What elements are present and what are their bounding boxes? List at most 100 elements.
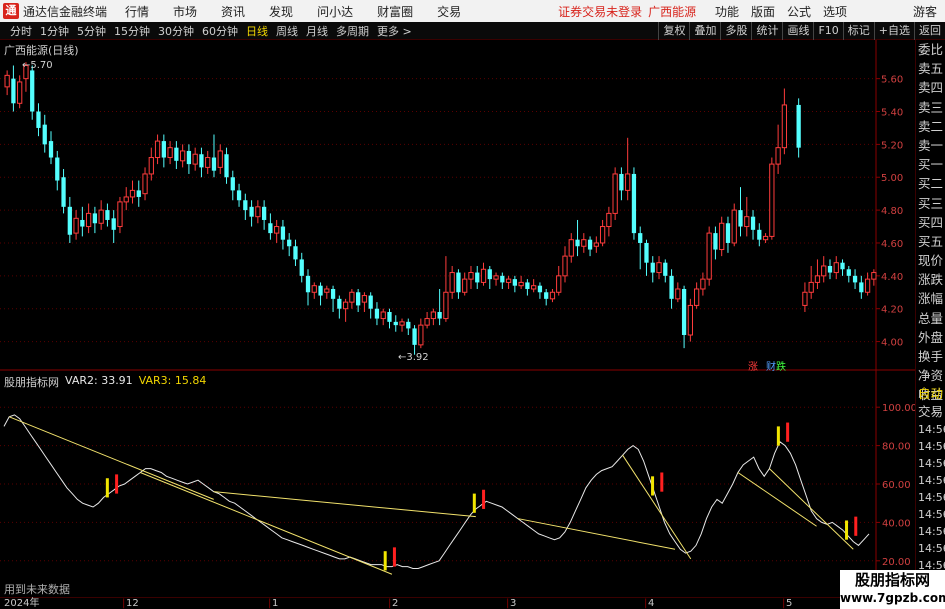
guest-button[interactable]: 游客 — [913, 3, 937, 20]
tool-button-2[interactable]: 多股 — [720, 22, 751, 40]
indicator-name[interactable]: 股朋指标网 — [4, 374, 59, 390]
quote-items: 委比 卖五 卖四 卖三 卖二 卖一 买一 买二 买三 买四 买五 现价 涨跌 涨幅 总量 外盘 换手 净资 收益 — [916, 40, 945, 405]
menu-quotes[interactable]: 行情 — [113, 3, 161, 20]
candle-body-up — [744, 216, 750, 228]
kline-chart[interactable]: 4.00 4.20 4.40 4.60 4.80 5.00 5.20 5.40 5.60 20.0… — [0, 40, 915, 597]
menu-trade[interactable]: 交易 — [425, 3, 473, 20]
tick-time: 14:56 — [918, 542, 945, 555]
tool-button-0[interactable]: 复权 — [658, 22, 689, 40]
signal-yellow-bar — [651, 476, 655, 496]
signal-yellow-bar — [105, 478, 109, 498]
quote-item: 净资 — [918, 368, 944, 384]
period-tab-9[interactable]: 多周期 — [332, 23, 373, 39]
period-tab-10[interactable]: 更多 > — [373, 23, 416, 39]
period-tab-7[interactable]: 周线 — [272, 23, 302, 39]
candle-body-up — [802, 291, 808, 306]
menu-discover[interactable]: 发现 — [257, 3, 305, 20]
candle-body-up — [556, 275, 562, 293]
date-tick-label: 12 — [126, 598, 139, 609]
menu-ask[interactable]: 问小达 — [305, 3, 365, 20]
candle-body-down — [293, 246, 298, 260]
quote-item: 买五 — [918, 233, 944, 249]
period-tab-4[interactable]: 30分钟 — [154, 23, 198, 39]
auto-label[interactable]: 自动 — [916, 385, 945, 403]
candle-body-down — [105, 210, 110, 220]
candle-body-down — [211, 157, 217, 171]
price-tick-label: 4.20 — [881, 305, 903, 316]
candle-body-down — [318, 285, 323, 296]
menu-function[interactable]: 功能 — [709, 3, 745, 20]
trend-line — [737, 472, 817, 527]
candle-body-down — [48, 141, 54, 158]
tool-button-1[interactable]: 叠加 — [689, 22, 720, 40]
tool-button-3[interactable]: 统计 — [751, 22, 782, 40]
menu-formula[interactable]: 公式 — [781, 3, 817, 20]
period-tab-8[interactable]: 月线 — [302, 23, 332, 39]
candle-body-up — [98, 209, 104, 224]
var3-readout: VAR3: 15.84 — [138, 374, 207, 387]
candle-body-up — [719, 222, 725, 251]
candle-body-up — [864, 278, 871, 293]
candle-body-up — [4, 74, 10, 88]
chart-area[interactable]: 4.00 4.20 4.40 4.60 4.80 5.00 5.20 5.40 5.60 20.0… — [0, 40, 915, 597]
candle-body-down — [305, 275, 311, 293]
candle-body-down — [268, 223, 273, 234]
candle-body-down — [224, 154, 229, 178]
quote-item: 外盘 — [918, 329, 944, 345]
badge-cai: 财 — [766, 360, 776, 373]
quote-item: 卖二 — [918, 118, 944, 134]
price-tick-label: 4.40 — [881, 272, 903, 283]
menu-options[interactable]: 选项 — [817, 3, 853, 20]
candle-body-up — [593, 242, 599, 247]
tool-button-5[interactable]: F10 — [813, 22, 842, 40]
indicator-tick-label: 20.00 — [882, 557, 911, 568]
period-tab-2[interactable]: 5分钟 — [73, 23, 110, 39]
candle-body-up — [324, 288, 330, 293]
candle-body-up — [612, 173, 618, 214]
candle-body-up — [418, 324, 424, 346]
candle-body-down — [80, 219, 85, 227]
tool-button-7[interactable]: +自选 — [873, 22, 914, 40]
period-tab-3[interactable]: 15分钟 — [110, 23, 154, 39]
menu-layout[interactable]: 版面 — [745, 3, 781, 20]
tool-button-8[interactable]: 返回 — [914, 22, 945, 40]
period-tabs: 分时 1分钟 5分钟 15分钟 30分钟 60分钟 日线 周线 月线 多周期 更多 > — [0, 23, 416, 39]
candle-body-down — [11, 78, 16, 104]
tick-time: 14:56 — [918, 508, 945, 521]
badge-zhang: 涨 — [748, 361, 758, 373]
candle-body-down — [42, 124, 47, 145]
candle-body-up — [871, 272, 877, 280]
title-bar: 通 通达信金融终端 行情 市场 资讯 发现 问小达 财富圈 交易 证券交易未登录… — [0, 0, 945, 22]
candle-body-down — [631, 173, 637, 234]
candle-body-up — [781, 104, 788, 149]
candle-body-up — [192, 153, 198, 165]
signal-yellow-bar — [845, 520, 849, 540]
trend-line — [213, 491, 476, 518]
trade-label[interactable]: 交易 — [916, 403, 945, 421]
period-tab-5[interactable]: 60分钟 — [198, 23, 242, 39]
quote-item: 现价 — [918, 253, 944, 269]
quote-item: 涨幅 — [918, 291, 944, 307]
menu-news[interactable]: 资讯 — [209, 3, 257, 20]
menu-market[interactable]: 市场 — [161, 3, 209, 20]
candle-body-up — [205, 157, 211, 168]
candle-body-down — [725, 223, 731, 243]
period-tab-6[interactable]: 日线 — [242, 23, 272, 39]
tool-button-4[interactable]: 画线 — [782, 22, 813, 40]
period-tab-0[interactable]: 分时 — [6, 23, 36, 39]
candle-body-up — [675, 288, 681, 300]
period-tab-1[interactable]: 1分钟 — [36, 23, 73, 39]
candle-body-down — [356, 292, 361, 306]
candle-body-up — [274, 226, 280, 234]
candle-body-up — [700, 278, 706, 290]
tool-button-6[interactable]: 标记 — [842, 22, 874, 40]
candle-body-down — [840, 262, 845, 270]
tick-time: 14:56 — [918, 491, 945, 504]
login-notice[interactable]: 证券交易未登录 — [558, 3, 642, 20]
tick-times: 14:56 14:56 14:56 14:56 14:56 14:56 14:56 14:56… — [916, 421, 945, 574]
candle-body-up — [505, 278, 512, 283]
price-tick-label: 4.60 — [881, 239, 903, 250]
candle-body-up — [625, 173, 631, 191]
menu-wealth[interactable]: 财富圈 — [365, 3, 425, 20]
date-tick-label: 4 — [648, 598, 655, 609]
